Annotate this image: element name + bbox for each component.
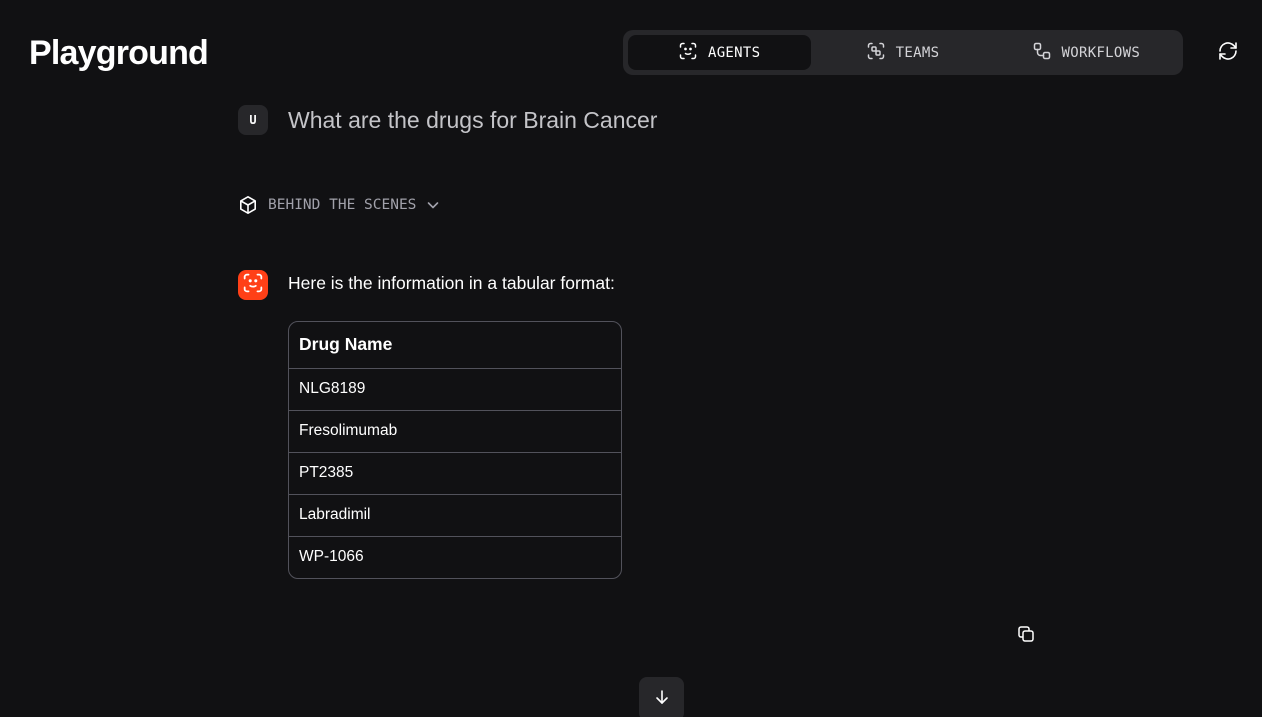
table-row: NLG8189 [289, 368, 621, 411]
behind-the-scenes-toggle[interactable]: BEHIND THE SCENES [238, 193, 440, 217]
tab-teams-label: TEAMS [895, 44, 940, 61]
playground-page: Playground AGENTS TEAMS WORKFLOWS U What… [0, 0, 1262, 717]
agent-icon [243, 273, 263, 298]
column-header-drug-name: Drug Name [289, 322, 621, 369]
cube-icon [238, 195, 258, 215]
tab-workflows[interactable]: WORKFLOWS [995, 35, 1178, 70]
table-header-row: Drug Name [289, 322, 621, 369]
team-icon [867, 42, 885, 64]
user-message: What are the drugs for Brain Cancer [288, 107, 658, 133]
refresh-button[interactable] [1215, 40, 1241, 66]
agent-message: Here is the information in a tabular for… [288, 273, 615, 293]
copy-icon [1017, 625, 1035, 648]
behind-the-scenes-label: BEHIND THE SCENES [268, 197, 417, 213]
agent-avatar [238, 270, 268, 300]
tab-workflows-label: WORKFLOWS [1061, 44, 1141, 61]
arrow-down-icon [654, 689, 670, 710]
user-avatar: U [238, 105, 268, 135]
tab-agents[interactable]: AGENTS [628, 35, 812, 70]
table-row: PT2385 [289, 452, 621, 495]
table-cell: PT2385 [289, 452, 621, 495]
mode-tabs: AGENTS TEAMS WORKFLOWS [623, 30, 1183, 75]
table-row: Labradimil [289, 494, 621, 537]
tab-agents-label: AGENTS [707, 44, 761, 61]
refresh-icon [1217, 40, 1239, 67]
table-cell: Labradimil [289, 494, 621, 537]
chevron-down-icon [426, 198, 440, 212]
scroll-to-bottom-button[interactable] [639, 677, 684, 717]
table-cell: WP-1066 [299, 548, 364, 566]
table-row: Fresolimumab [289, 410, 621, 453]
table-cell: Fresolimumab [289, 410, 621, 453]
tab-teams[interactable]: TEAMS [811, 35, 994, 70]
drug-table: Drug Name NLG8189 Fresolimumab PT2385 La… [288, 321, 622, 579]
table-row: WP-1066 [289, 536, 621, 578]
agent-icon [679, 42, 697, 64]
workflow-icon [1033, 42, 1051, 64]
table-cell: NLG8189 [289, 368, 621, 411]
page-title: Playground [29, 34, 209, 72]
copy-button[interactable] [1016, 625, 1036, 648]
